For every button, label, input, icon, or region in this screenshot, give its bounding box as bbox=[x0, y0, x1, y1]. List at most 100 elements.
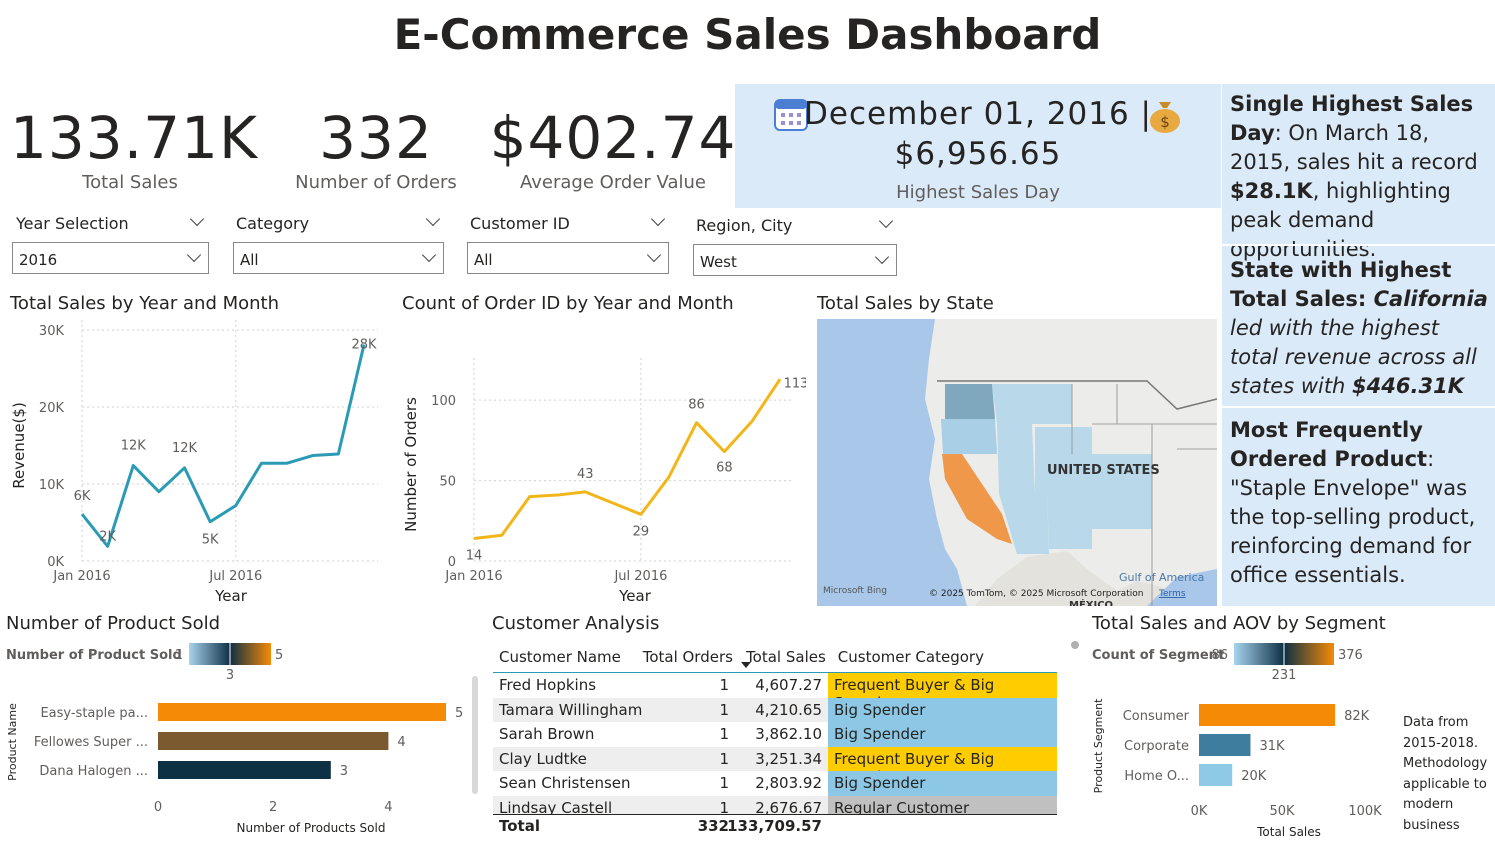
data-label: 5K bbox=[202, 533, 219, 548]
table-row[interactable]: Tamara Willingham 1 4,210.65 Big Spender bbox=[493, 697, 1057, 722]
y-axis-title: Product Name bbox=[6, 703, 19, 781]
column-header[interactable]: Total Sales bbox=[739, 640, 832, 674]
bar[interactable] bbox=[158, 732, 389, 750]
customer-category-cell: Big Spender bbox=[828, 722, 1057, 747]
slicer-dropdown[interactable]: All bbox=[233, 242, 444, 274]
bar[interactable] bbox=[158, 703, 446, 721]
sales-by-state-map[interactable]: UNITED STATES Gulf of America Microsoft … bbox=[817, 319, 1217, 606]
total-orders-cell: 1 bbox=[719, 774, 729, 792]
kpi-label: Average Order Value bbox=[520, 172, 706, 193]
data-label: 113 bbox=[784, 376, 806, 391]
insight-bold: $446.31K bbox=[1352, 374, 1464, 398]
insight-state: California bbox=[1373, 287, 1488, 311]
column-header[interactable]: Customer Category bbox=[832, 640, 1057, 674]
legend-min: 86 bbox=[1211, 648, 1228, 663]
kpi-value: $402.74 bbox=[489, 104, 737, 172]
column-header[interactable]: Customer Name bbox=[493, 640, 637, 674]
table-row[interactable]: Sarah Brown 1 3,862.10 Big Spender bbox=[493, 722, 1057, 747]
map-terms-link[interactable]: Terms bbox=[1158, 589, 1186, 599]
x-tick-label: 0K bbox=[1191, 804, 1208, 819]
kpi-average-order-value: $402.74 Average Order Value bbox=[488, 104, 738, 193]
sort-desc-icon[interactable] bbox=[741, 662, 751, 668]
series-line[interactable] bbox=[473, 378, 782, 540]
table-row[interactable]: Clay Ludtke 1 3,251.34 Frequent Buyer & Big… bbox=[493, 746, 1057, 786]
y-tick-label: 30K bbox=[39, 324, 65, 339]
x-axis-title: Year bbox=[618, 587, 652, 605]
segment-bar-chart[interactable]: Count of Segment86 376 231 Consumer 82K Corpo… bbox=[1084, 636, 1394, 842]
sales-line-chart[interactable]: 0K 10K 20K 30K Jan 2016 Jul 2016 6K 2K 12K 12K 5K 2… bbox=[0, 318, 390, 608]
bar[interactable] bbox=[158, 761, 331, 779]
legend-min: 1 bbox=[175, 648, 183, 663]
total-orders-cell: 1 bbox=[719, 700, 729, 719]
x-axis-title: Total Sales bbox=[1256, 825, 1321, 839]
insights-panel: Single Highest Sales Day: On March 18, 2… bbox=[1222, 84, 1495, 606]
y-tick-label: 50 bbox=[439, 475, 456, 490]
total-orders-cell: 1 bbox=[719, 798, 729, 815]
table-row[interactable]: Lindsay Castell 1 2,676.67 Regular Customer bbox=[493, 795, 1057, 815]
customer-category-cell: Big Spender bbox=[828, 697, 1057, 722]
total-sales-cell: 3,251.34 bbox=[755, 749, 822, 768]
x-tick-label: Jul 2016 bbox=[613, 569, 667, 584]
note-line: modern bbox=[1403, 797, 1454, 812]
y-tick-label: 0 bbox=[448, 555, 456, 570]
highest-sales-label: Highest Sales Day bbox=[896, 182, 1060, 203]
note-line: applicable to bbox=[1403, 776, 1487, 792]
total-sales-cell: 2,676.67 bbox=[755, 798, 822, 815]
legend-mid: 231 bbox=[1272, 668, 1297, 683]
bar[interactable] bbox=[1199, 704, 1336, 726]
slicer-dropdown[interactable]: All bbox=[467, 242, 669, 274]
column-header[interactable]: Total Orders bbox=[637, 640, 739, 674]
methodology-note: Data from 2015-2018. Methodology applica… bbox=[1403, 713, 1495, 836]
kpi-number-of-orders: 332 Number of Orders bbox=[256, 104, 496, 193]
x-tick-label: 50K bbox=[1269, 804, 1295, 819]
total-label: Total bbox=[499, 817, 540, 835]
data-label: 2K bbox=[99, 529, 116, 544]
chart-title-map: Total Sales by State bbox=[817, 293, 994, 314]
table-row[interactable]: Fred Hopkins 1 4,607.27 Frequent Buyer & Bi… bbox=[493, 673, 1057, 712]
category-label: Home O... bbox=[1124, 769, 1189, 784]
category-label: Fellowes Super ... bbox=[34, 735, 148, 750]
total-orders-cell: 1 bbox=[719, 749, 729, 768]
customer-name-cell: Clay Ludtke bbox=[499, 749, 587, 768]
slicer-category[interactable]: Category All bbox=[233, 211, 444, 274]
customer-table: Customer Name Total Orders Total Sales C… bbox=[493, 640, 1057, 840]
table-header: Customer Name Total Orders Total Sales C… bbox=[493, 640, 1057, 674]
map-country-label: UNITED STATES bbox=[1047, 463, 1160, 478]
page-title: E-Commerce Sales Dashboard bbox=[393, 10, 1102, 59]
customer-table-scrollbar[interactable] bbox=[472, 676, 478, 794]
slicer-label: Customer ID bbox=[470, 214, 570, 233]
slicer-region-city[interactable]: Region, City West bbox=[693, 213, 897, 276]
bar[interactable] bbox=[1199, 764, 1233, 786]
slicer-label: Year Selection bbox=[16, 214, 129, 233]
legend-title: Count of Segment bbox=[1092, 648, 1224, 663]
legend-title: Number of Product Sold bbox=[6, 648, 182, 663]
slicer-customer-id[interactable]: Customer ID All bbox=[467, 211, 669, 274]
insight-top-product: Most Frequently Ordered Product: "Staple… bbox=[1230, 416, 1492, 590]
legend-mid: 3 bbox=[226, 668, 234, 683]
map-canvas: UNITED STATES Gulf of America Microsoft … bbox=[817, 319, 1217, 606]
customer-category-cell: Big Spender bbox=[828, 771, 1057, 796]
slicer-year[interactable]: Year Selection 2016 bbox=[12, 211, 209, 274]
total-orders: 332 bbox=[697, 817, 729, 835]
note-line: Methodology bbox=[1403, 756, 1488, 771]
y-tick-label: 100 bbox=[431, 394, 456, 409]
table-row[interactable]: Sean Christensen 1 2,803.92 Big Spender bbox=[493, 771, 1057, 796]
customer-name-cell: Lindsay Castell bbox=[499, 798, 613, 815]
legend-max: 376 bbox=[1338, 648, 1363, 663]
y-axis-title: Product Segment bbox=[1092, 698, 1105, 793]
customer-name-cell: Sarah Brown bbox=[499, 725, 595, 743]
orders-line-chart[interactable]: 0 50 100 Jan 2016 Jul 2016 14 43 29 86 68 113 Year N… bbox=[396, 318, 806, 608]
slicer-dropdown[interactable]: West bbox=[693, 244, 897, 276]
insight-colon: : bbox=[1274, 121, 1282, 145]
y-axis-title: Number of Orders bbox=[402, 397, 420, 532]
slicer-label: Region, City bbox=[696, 216, 793, 235]
category-label: Consumer bbox=[1123, 709, 1190, 724]
customer-name-cell: Sean Christensen bbox=[499, 774, 631, 792]
kpi-total-sales: 133.71K Total Sales bbox=[10, 104, 257, 193]
customer-name-cell: Fred Hopkins bbox=[499, 676, 597, 694]
bar[interactable] bbox=[1199, 734, 1251, 756]
slicer-label: Category bbox=[236, 214, 310, 233]
products-bar-chart[interactable]: Number of Product Sold1 5 3 Easy-staple pa.… bbox=[0, 636, 480, 842]
slicer-dropdown[interactable]: 2016 bbox=[12, 242, 209, 274]
category-label: Easy-staple pa... bbox=[40, 706, 148, 721]
